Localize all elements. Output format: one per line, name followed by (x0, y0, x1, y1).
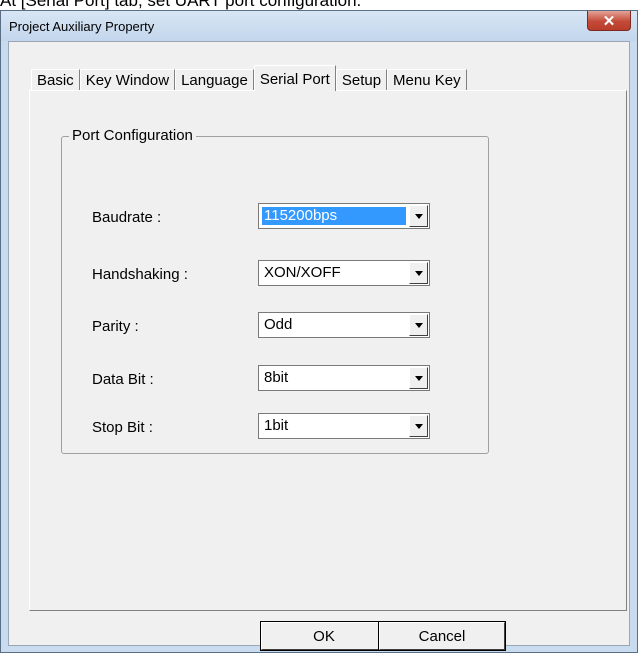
chevron-down-icon[interactable] (409, 262, 428, 284)
parity-select[interactable]: Odd (258, 312, 430, 338)
dialog-client-area: Basic Key Window Language Serial Port Se… (8, 41, 630, 651)
chevron-down-icon[interactable] (409, 367, 428, 389)
data-bit-select[interactable]: 8bit (258, 365, 430, 391)
baudrate-select[interactable]: 115200bps (258, 203, 430, 229)
tab-setup[interactable]: Setup (335, 69, 388, 91)
stop-bit-select[interactable]: 1bit (258, 413, 430, 439)
data-bit-value: 8bit (264, 369, 289, 386)
tab-serial-port[interactable]: Serial Port (253, 65, 336, 91)
handshaking-select[interactable]: XON/XOFF (258, 260, 430, 286)
tab-basic[interactable]: Basic (31, 69, 80, 91)
window-title: Project Auxiliary Property (9, 19, 155, 34)
close-icon: ✕ (602, 12, 616, 30)
title-bar[interactable]: Project Auxiliary Property ✕ (1, 11, 637, 41)
tab-strip: Basic Key Window Language Serial Port Se… (31, 65, 467, 91)
serial-port-panel: Port Configuration Baudrate : 115200bps … (29, 90, 627, 611)
cancel-button[interactable]: Cancel (378, 621, 506, 651)
stop-bit-value: 1bit (264, 417, 289, 434)
handshaking-label: Handshaking : (92, 266, 188, 283)
chevron-down-icon[interactable] (409, 415, 428, 437)
stop-bit-label: Stop Bit : (92, 419, 153, 436)
baudrate-label: Baudrate : (92, 209, 162, 226)
close-button[interactable]: ✕ (587, 11, 631, 31)
parity-label: Parity : (92, 318, 139, 335)
handshaking-value: XON/XOFF (264, 264, 341, 281)
chevron-down-icon[interactable] (409, 205, 428, 227)
data-bit-label: Data Bit : (92, 371, 154, 388)
port-configuration-group: Port Configuration Baudrate : 115200bps … (61, 127, 489, 454)
chevron-down-icon[interactable] (409, 314, 428, 336)
ok-button[interactable]: OK (260, 621, 388, 651)
tab-key-window[interactable]: Key Window (79, 69, 176, 91)
tab-language[interactable]: Language (175, 69, 254, 91)
parity-value: Odd (264, 316, 293, 333)
baudrate-value: 115200bps (262, 207, 406, 225)
group-title: Port Configuration (69, 127, 196, 144)
tab-menu-key[interactable]: Menu Key (387, 69, 467, 91)
property-dialog: Project Auxiliary Property ✕ Basic Key W… (0, 10, 638, 653)
